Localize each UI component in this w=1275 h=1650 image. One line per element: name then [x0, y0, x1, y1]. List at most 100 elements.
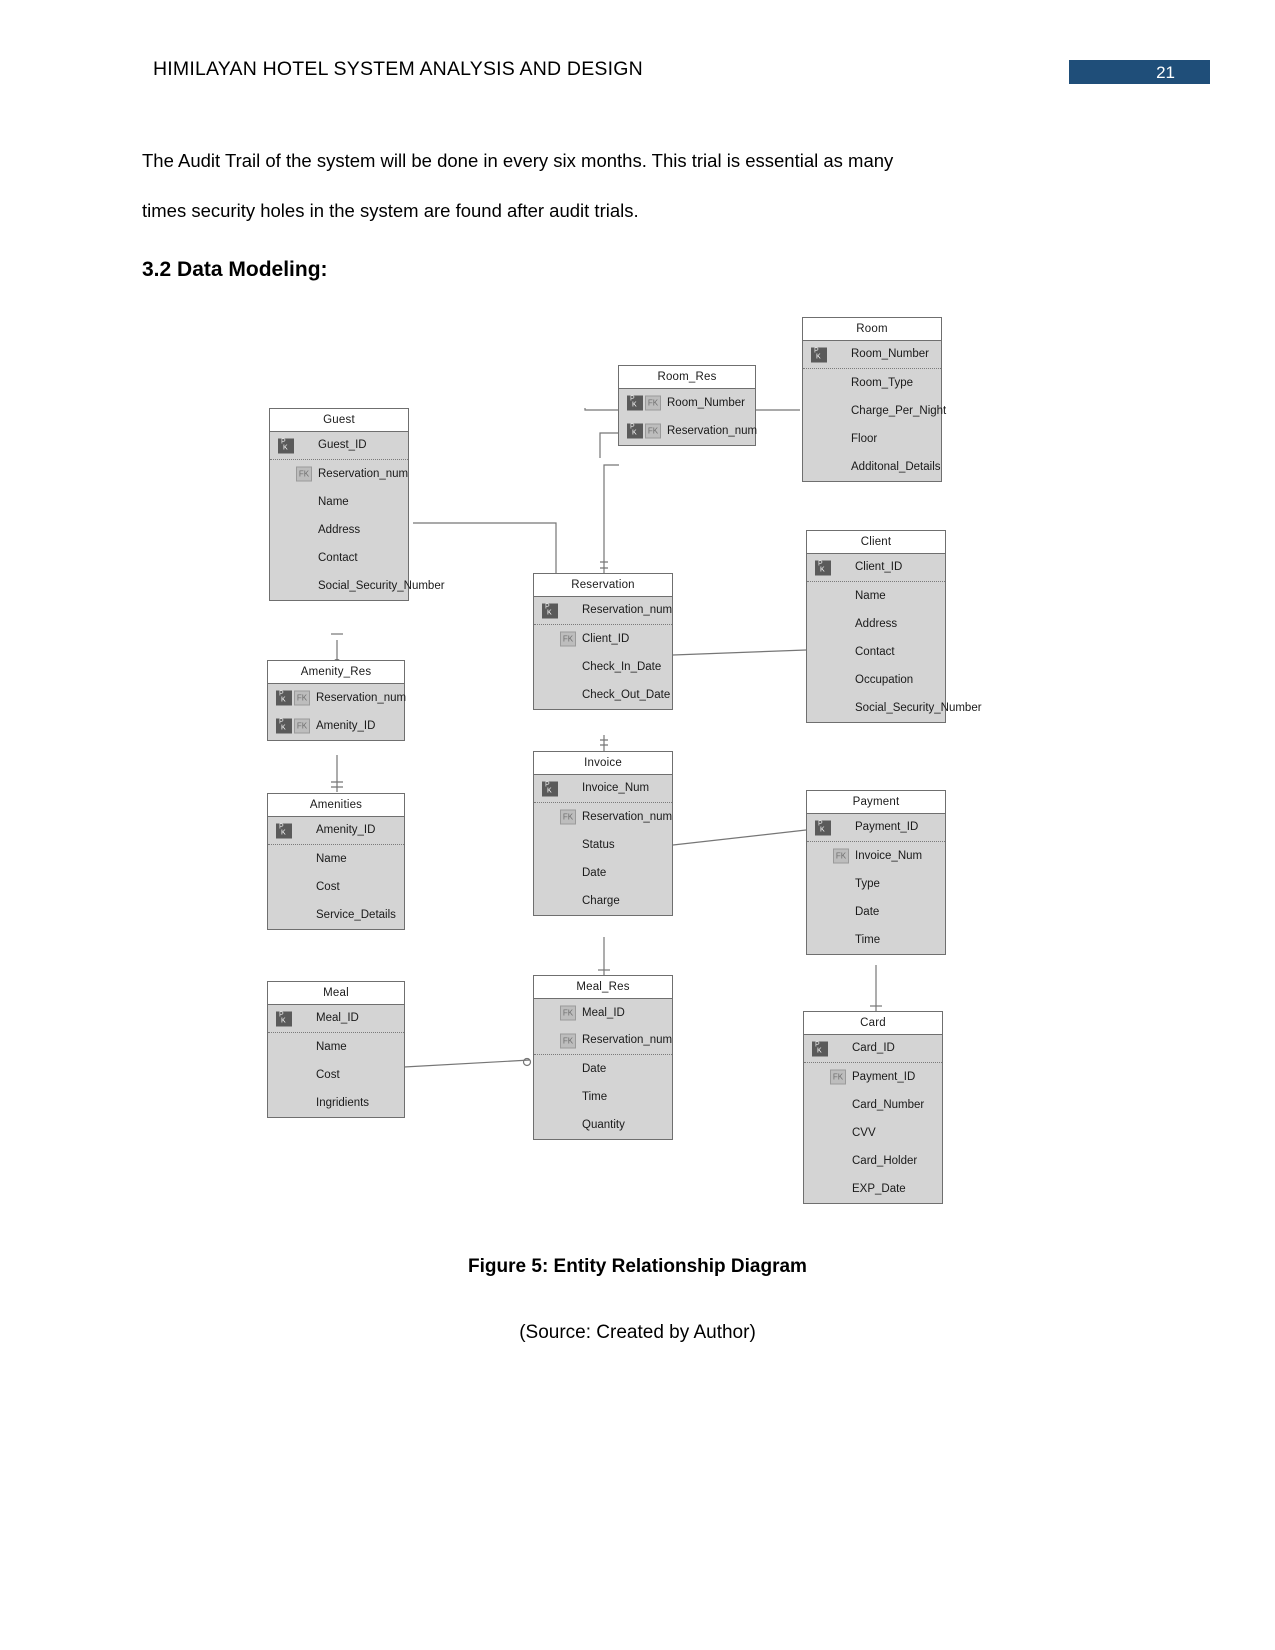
attribute-row[interactable]: Room_Type: [803, 369, 941, 397]
entity-guest[interactable]: Guest Guest_ID FK Reservation_num Name A…: [269, 408, 445, 601]
attribute-row[interactable]: FK Amenity_ID: [268, 712, 404, 740]
attribute-row[interactable]: FK Invoice_Num: [807, 842, 945, 870]
entity-amenity-res[interactable]: Amenity_Res FK Reservation_num FK Amenit…: [267, 660, 407, 741]
figure-source: (Source: Created by Author): [519, 1322, 756, 1343]
attribute-row[interactable]: EXP_Date: [804, 1175, 942, 1203]
attribute-row[interactable]: FK Client_ID: [534, 625, 672, 653]
attribute-row[interactable]: Name: [268, 845, 404, 873]
attribute-label: Additonal_Details: [851, 460, 941, 473]
attribute-row[interactable]: Contact: [807, 638, 945, 666]
attribute-label: Payment_ID: [852, 1070, 916, 1083]
primary-key-icon: [542, 781, 558, 796]
attribute-row[interactable]: Client_ID: [807, 554, 945, 582]
entity-meal-res[interactable]: Meal_Res FK Meal_ID FK Reservation_num D…: [533, 975, 673, 1140]
attribute-list: Amenity_ID Name Cost Service_Details: [268, 817, 404, 929]
attribute-row[interactable]: Quantity: [534, 1111, 672, 1139]
attribute-row[interactable]: Check_In_Date: [534, 653, 672, 681]
attribute-list: FK Room_Number FK Reservation_num: [619, 389, 757, 445]
attribute-row[interactable]: FK Reservation_num: [534, 1027, 672, 1055]
entity-room[interactable]: Room Room_Number Room_Type Charge_Per_Ni…: [802, 317, 946, 482]
attribute-label: Invoice_Num: [855, 849, 923, 862]
attribute-row[interactable]: FK Meal_ID: [534, 999, 672, 1027]
attribute-row[interactable]: Address: [807, 610, 945, 638]
attribute-label: Quantity: [582, 1118, 625, 1131]
attribute-row[interactable]: Cost: [268, 873, 404, 901]
attribute-row[interactable]: Social_Security_Number: [807, 694, 982, 722]
entity-reservation[interactable]: Reservation Reservation_num FK Client_ID…: [533, 573, 673, 710]
attribute-row[interactable]: CVV: [804, 1119, 942, 1147]
foreign-key-icon: FK: [645, 395, 661, 411]
attribute-row[interactable]: Social_Security_Number: [270, 572, 445, 600]
entity-card[interactable]: Card Card_ID FK Payment_ID Card_Number C…: [803, 1011, 943, 1204]
attribute-row[interactable]: Card_Holder: [804, 1147, 942, 1175]
entity-payment[interactable]: Payment Payment_ID FK Invoice_Num Type D…: [806, 790, 946, 955]
entity-meal[interactable]: Meal Meal_ID Name Cost Ingridients: [267, 981, 405, 1118]
attribute-row[interactable]: Name: [807, 582, 945, 610]
foreign-key-icon: FK: [294, 690, 310, 706]
attribute-row[interactable]: Ingridients: [268, 1089, 404, 1117]
attribute-row[interactable]: FK Payment_ID: [804, 1063, 942, 1091]
attribute-label: Invoice_Num: [582, 782, 650, 794]
attribute-row[interactable]: Card_Number: [804, 1091, 942, 1119]
attribute-row[interactable]: Payment_ID: [807, 814, 945, 842]
attribute-row[interactable]: FK Reservation_num: [534, 803, 672, 831]
attribute-row[interactable]: Amenity_ID: [268, 817, 404, 845]
attribute-row[interactable]: Date: [534, 1055, 672, 1083]
attribute-label: Reservation_num: [582, 604, 673, 616]
attribute-row[interactable]: FK Reservation_num: [270, 460, 408, 488]
attribute-row[interactable]: Type: [807, 870, 945, 898]
attribute-label: Room_Type: [851, 376, 914, 389]
attribute-row[interactable]: Status: [534, 831, 672, 859]
attribute-label: Date: [855, 905, 880, 918]
entity-invoice[interactable]: Invoice Invoice_Num FK Reservation_num S…: [533, 751, 673, 916]
entity-title: Guest: [270, 409, 408, 432]
attribute-row[interactable]: FK Room_Number: [619, 389, 755, 417]
entity-client[interactable]: Client Client_ID Name Address Contact Oc…: [806, 530, 982, 723]
entity-room-res[interactable]: Room_Res FK Room_Number FK Reservation_n…: [618, 365, 757, 446]
attribute-row[interactable]: Cost: [268, 1061, 404, 1089]
attribute-row[interactable]: Time: [807, 926, 945, 954]
page-header: HIMILAYAN HOTEL SYSTEM ANALYSIS AND DESI…: [0, 0, 1275, 100]
attribute-label: Reservation_num: [316, 691, 407, 704]
entity-relationship-diagram: Room Room_Number Room_Type Charge_Per_Ni…: [0, 300, 1275, 1240]
attribute-label: Cost: [316, 880, 340, 893]
attribute-row[interactable]: Reservation_num: [534, 597, 672, 625]
attribute-list: Reservation_num FK Client_ID Check_In_Da…: [534, 597, 672, 709]
attribute-row[interactable]: Charge: [534, 887, 672, 915]
attribute-row[interactable]: FK Reservation_num: [619, 417, 757, 445]
attribute-row[interactable]: Additonal_Details: [803, 453, 941, 481]
page-number-banner: 21: [1069, 60, 1210, 84]
attribute-row[interactable]: Check_Out_Date: [534, 681, 672, 709]
attribute-row[interactable]: Contact: [270, 544, 408, 572]
attribute-row[interactable]: Guest_ID: [270, 432, 408, 460]
attribute-list: Card_ID FK Payment_ID Card_Number CVV Ca…: [804, 1035, 942, 1203]
attribute-label: EXP_Date: [852, 1182, 906, 1195]
attribute-row[interactable]: FK Reservation_num: [268, 684, 407, 712]
attribute-label: Time: [855, 933, 881, 946]
attribute-row[interactable]: Invoice_Num: [534, 775, 672, 803]
attribute-list: Client_ID Name Address Contact Occupatio…: [807, 554, 982, 722]
attribute-row[interactable]: Card_ID: [804, 1035, 942, 1063]
attribute-row[interactable]: Time: [534, 1083, 672, 1111]
attribute-row[interactable]: Meal_ID: [268, 1005, 404, 1033]
attribute-row[interactable]: Name: [268, 1033, 404, 1061]
foreign-key-icon: FK: [560, 1033, 576, 1048]
primary-key-icon: [627, 395, 643, 411]
attribute-row[interactable]: Floor: [803, 425, 941, 453]
attribute-list: Payment_ID FK Invoice_Num Type Date Time: [807, 814, 945, 954]
attribute-row[interactable]: Address: [270, 516, 408, 544]
attribute-label: Card_ID: [852, 1042, 895, 1054]
attribute-row[interactable]: Date: [534, 859, 672, 887]
foreign-key-icon: FK: [560, 631, 576, 647]
attribute-row[interactable]: Occupation: [807, 666, 945, 694]
entity-amenities[interactable]: Amenities Amenity_ID Name Cost Service_D…: [267, 793, 405, 930]
attribute-row[interactable]: Charge_Per_Night: [803, 397, 946, 425]
primary-key-icon: [627, 423, 643, 439]
entity-title: Client: [807, 531, 945, 554]
attribute-row[interactable]: Name: [270, 488, 408, 516]
attribute-row[interactable]: Date: [807, 898, 945, 926]
attribute-row[interactable]: Room_Number: [803, 341, 941, 369]
attribute-label: Service_Details: [316, 908, 396, 921]
attribute-list: FK Meal_ID FK Reservation_num Date Time …: [534, 999, 672, 1139]
attribute-row[interactable]: Service_Details: [268, 901, 404, 929]
